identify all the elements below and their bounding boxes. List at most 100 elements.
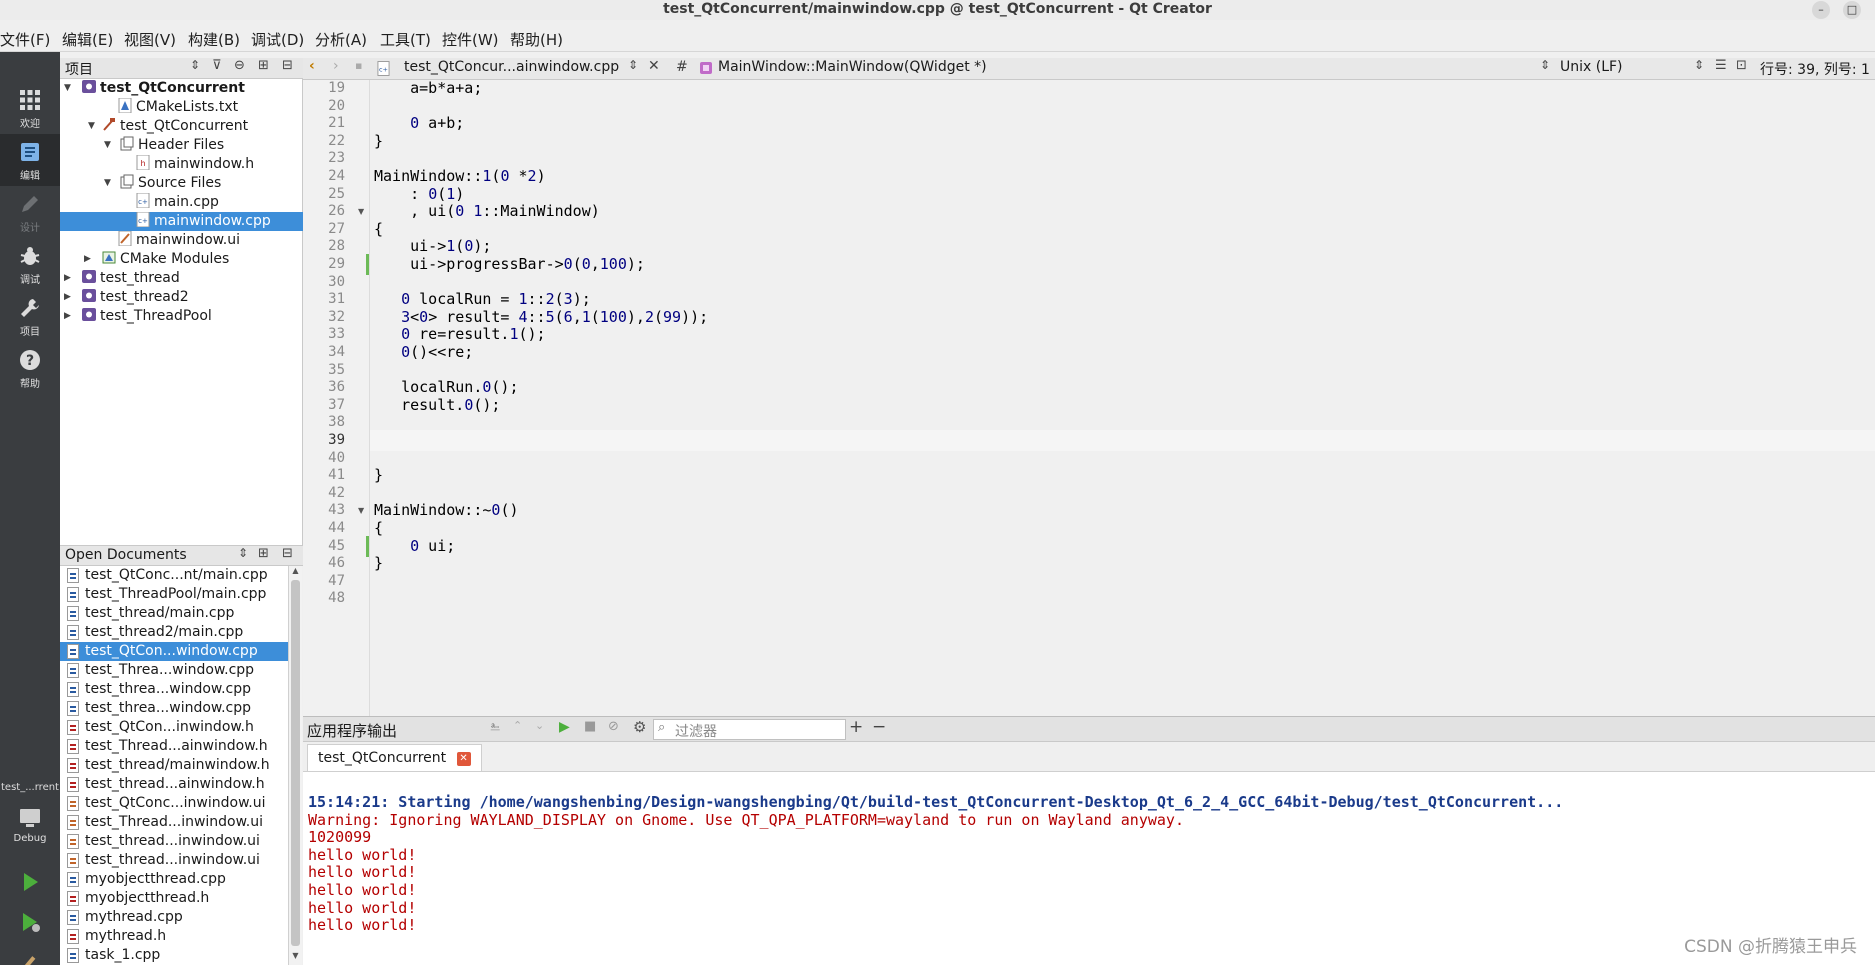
split-icon[interactable]: ⊞ [258,546,269,561]
scroll-down-icon[interactable]: ▼ [289,951,302,963]
menu-tools[interactable]: 工具(T) [380,29,431,50]
run-button[interactable] [0,864,60,904]
open-document-item[interactable]: test_Thread...inwindow.ui [60,813,288,832]
settings-gear-icon[interactable]: ⚙ [633,718,646,736]
tree-item-test-threadpool[interactable]: ▶ test_ThreadPool [64,307,212,326]
link-icon[interactable]: ⊖ [234,58,245,73]
output-tab-test-qtconcurrent[interactable]: test_QtConcurrent ✕ [307,744,482,771]
view-selector-arrows-icon[interactable]: ⇕ [238,546,248,560]
file-dropdown-icon[interactable]: ⇕ [628,58,638,72]
cursor-position[interactable]: 行号: 39, 列号: 1 [1760,59,1870,79]
collapsed-arrow-icon[interactable]: ▶ [84,250,91,269]
open-document-item[interactable]: test_threa...window.cpp [60,699,288,718]
scroll-thumb[interactable] [291,580,300,946]
tree-item-mainwindow-ui[interactable]: mainwindow.ui [118,231,240,250]
mode-help[interactable]: ? 帮助 [0,342,60,394]
menu-file[interactable]: 文件(F) [0,29,50,50]
line-ending-selector[interactable]: Unix (LF) [1560,59,1623,75]
stop-icon[interactable]: ■ [584,719,596,734]
kit-selector[interactable]: Debug [0,800,60,850]
zoom-out-icon[interactable]: − [872,717,886,737]
maximize-button[interactable]: □ [1843,1,1861,19]
open-document-item[interactable]: test_thread...inwindow.ui [60,851,288,870]
tree-item-mainwindow-cpp[interactable]: c+ mainwindow.cpp [60,212,303,231]
debug-stop-icon[interactable]: ⊘ [608,719,619,734]
close-file-icon[interactable]: ✕ [648,58,660,74]
prev-item-icon[interactable]: ⌃ [513,719,522,732]
mode-projects[interactable]: 项目 [0,290,60,342]
open-document-item[interactable]: test_threa...window.cpp [60,680,288,699]
tree-item-main-cpp[interactable]: c+ main.cpp [136,193,219,212]
open-document-item[interactable]: test_thread2/main.cpp [60,623,288,642]
line-ending-dropdown-icon[interactable]: ⇕ [1694,58,1704,72]
open-document-item[interactable]: test_thread...ainwindow.h [60,775,288,794]
collapsed-arrow-icon[interactable]: ▶ [64,288,71,307]
zoom-in-icon[interactable]: + [849,717,863,737]
menu-help[interactable]: 帮助(H) [510,29,563,50]
menu-edit[interactable]: 编辑(E) [62,29,113,50]
close-panel-icon[interactable]: ⊟ [282,58,293,73]
open-document-item[interactable]: test_Threa...window.cpp [60,661,288,680]
tree-item-test-thread2[interactable]: ▶ test_thread2 [64,288,189,307]
tree-item-cmake-modules[interactable]: ▶ CMake Modules [82,250,229,269]
open-document-item[interactable]: mythread.h [60,927,288,946]
symbol-selector[interactable]: MainWindow::MainWindow(QWidget *) [718,59,987,75]
open-document-item[interactable]: test_thread/mainwindow.h [60,756,288,775]
code-editor[interactable]: a=b*a+a; 0 a+b;} MainWindow::1(0 *2) : 0(… [370,79,1875,716]
debug-run-button[interactable] [0,904,60,944]
back-arrow-icon[interactable]: ‹ [309,58,315,74]
tree-item-test-thread[interactable]: ▶ test_thread [64,269,180,288]
fold-marker-icon[interactable]: ▼ [358,207,364,216]
mode-edit[interactable]: 编辑 [0,134,60,186]
close-tab-icon[interactable]: ✕ [456,752,471,766]
split-editor-icon[interactable]: ⊡ [1736,58,1747,73]
menu-view[interactable]: 视图(V) [124,29,176,50]
rerun-play-icon[interactable]: ▶ [559,719,570,735]
editor-file-tab[interactable]: test_QtConcur...ainwindow.cpp [404,59,619,75]
open-document-item[interactable]: myobjectthread.h [60,889,288,908]
collapsed-arrow-icon[interactable]: ▶ [64,307,71,326]
mode-welcome[interactable]: 欢迎 [0,82,60,134]
fold-marker-icon[interactable]: ▼ [358,506,364,515]
menu-widgets[interactable]: 控件(W) [442,29,499,50]
forward-arrow-icon[interactable]: › [333,58,339,74]
tree-item-source-files[interactable]: ▼ Source Files [104,174,221,193]
tree-item-cmakelists[interactable]: CMakeLists.txt [118,98,238,117]
menu-debug[interactable]: 调试(D) [251,29,304,50]
open-document-item[interactable]: myobjectthread.cpp [60,870,288,889]
document-info-icon[interactable]: ☰ [1715,58,1727,73]
open-document-item[interactable]: test_QtCon...window.cpp [60,642,288,661]
tree-item-target[interactable]: ▼ test_QtConcurrent [88,117,248,136]
close-panel-icon[interactable]: ⊟ [282,546,293,561]
scroll-up-icon[interactable]: ▲ [289,566,302,578]
expanded-arrow-icon[interactable]: ▼ [104,174,111,193]
open-document-item[interactable]: test_QtConc...nt/main.cpp [60,566,288,585]
menu-build[interactable]: 构建(B) [188,29,240,50]
expanded-arrow-icon[interactable]: ▼ [104,136,111,155]
minimize-button[interactable]: – [1812,1,1830,19]
view-selector-arrows-icon[interactable]: ⇕ [190,58,200,72]
open-document-item[interactable]: test_thread/main.cpp [60,604,288,623]
collapsed-arrow-icon[interactable]: ▶ [64,269,71,288]
open-document-item[interactable]: mythread.cpp [60,908,288,927]
open-document-item[interactable]: task_1.cpp [60,946,288,965]
mode-design[interactable]: 设计 [0,186,60,238]
output-filter[interactable]: ⌕ 过滤器 [653,719,846,740]
open-document-item[interactable]: test_Thread...ainwindow.h [60,737,288,756]
filter-icon[interactable]: ⊽ [212,58,222,73]
symbol-dropdown-icon[interactable]: ⇕ [1540,58,1550,72]
open-document-item[interactable]: test_thread...inwindow.ui [60,832,288,851]
build-button[interactable] [0,944,60,965]
open-document-item[interactable]: test_ThreadPool/main.cpp [60,585,288,604]
attach-debugger-icon[interactable]: ⎁ [490,719,500,734]
tree-item-mainwindow-h[interactable]: h mainwindow.h [136,155,254,174]
split-icon[interactable]: ⊞ [258,58,269,73]
mode-debug[interactable]: 调试 [0,238,60,290]
expanded-arrow-icon[interactable]: ▼ [64,79,71,98]
tree-item-header-files[interactable]: ▼ Header Files [104,136,224,155]
open-document-item[interactable]: test_QtCon...inwindow.h [60,718,288,737]
tree-item-project[interactable]: ▼ test_QtConcurrent [60,79,303,98]
menu-analyze[interactable]: 分析(A) [315,29,367,50]
open-document-item[interactable]: test_QtConc...inwindow.ui [60,794,288,813]
next-item-icon[interactable]: ⌄ [535,719,544,732]
